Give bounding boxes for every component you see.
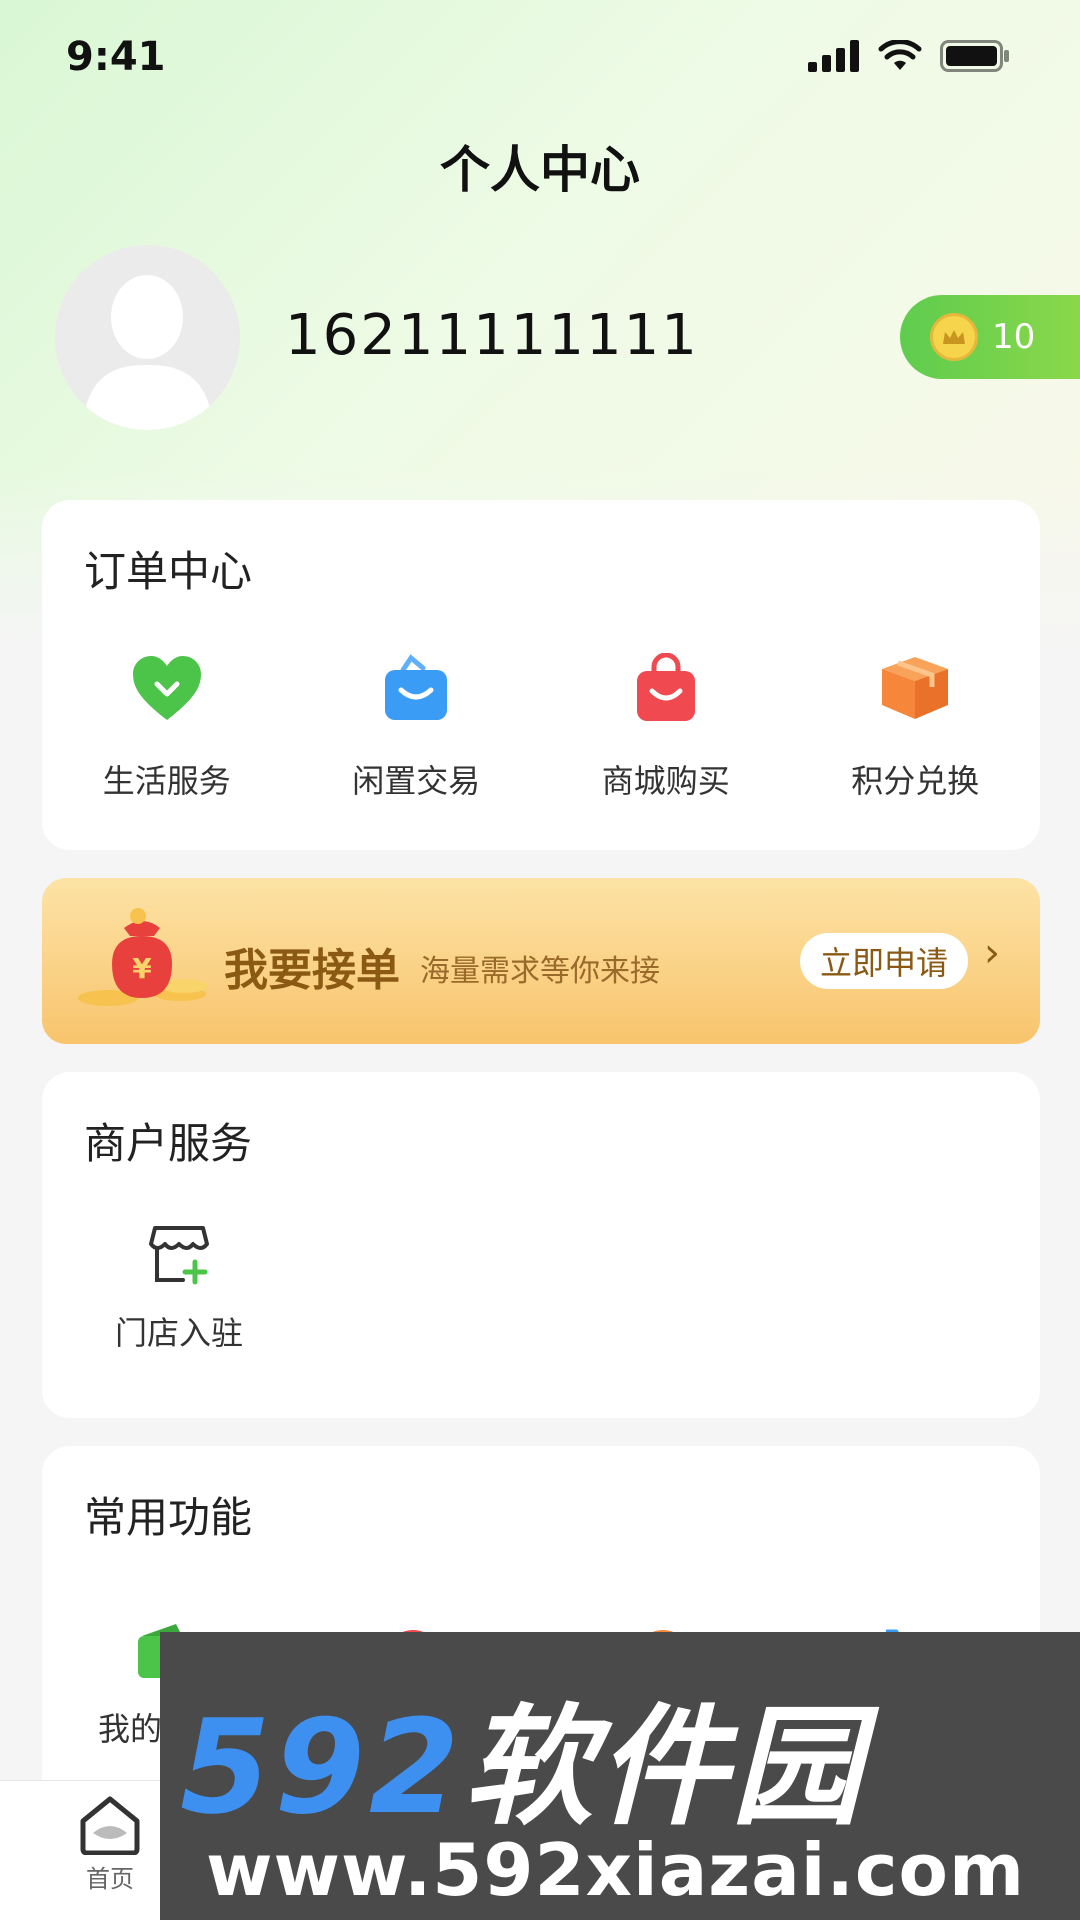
tab-home-label: 首页: [86, 1865, 134, 1893]
battery-icon: [940, 40, 1009, 72]
order-item-label: 闲置交易: [352, 762, 481, 800]
points-value: 10: [992, 317, 1036, 357]
home-icon: [80, 1796, 140, 1855]
shopping-bag-icon: [628, 650, 704, 726]
order-item-label: 生活服务: [102, 762, 231, 800]
watermark-url: www.592xiazai.com: [206, 1828, 1025, 1912]
order-center-card: 订单中心 生活服务 闲置交易 商城购买 积分兑换: [42, 500, 1040, 850]
watermark-logo: 592软件园: [180, 1662, 865, 1850]
money-bag-icon: ¥: [78, 908, 208, 1006]
merchant-services-card: 商户服务 门店入驻: [42, 1072, 1040, 1418]
order-grid: 生活服务 闲置交易 商城购买 积分兑换: [42, 650, 1040, 802]
signal-icon: [808, 40, 859, 72]
order-item-life-service[interactable]: 生活服务: [42, 650, 292, 802]
profile-section: 16211111111 10: [55, 245, 1080, 430]
user-phone: 16211111111: [285, 303, 699, 368]
store-settle-in-label: 门店入驻: [114, 1314, 243, 1352]
order-center-title: 订单中心: [84, 547, 253, 596]
common-functions-title: 常用功能: [84, 1493, 253, 1542]
order-item-idle-trade[interactable]: 闲置交易: [292, 650, 542, 802]
store-add-icon: [149, 1226, 209, 1285]
wifi-icon: [878, 40, 922, 70]
order-item-label: 商城购买: [601, 762, 730, 800]
apply-now-button[interactable]: 立即申请: [800, 933, 968, 989]
status-bar: 9:41: [0, 0, 1080, 120]
chevron-right-icon: ›: [984, 930, 1000, 976]
take-order-banner[interactable]: ¥ 我要接单 海量需求等你来接 立即申请 ›: [42, 878, 1040, 1044]
banner-title: 我要接单: [224, 945, 400, 996]
crown-coin-icon: [930, 313, 978, 361]
status-icons: [808, 40, 1010, 72]
tab-home[interactable]: 首页: [70, 1795, 150, 1894]
banner-subtitle: 海量需求等你来接: [420, 954, 660, 989]
package-box-icon: [877, 650, 953, 726]
store-settle-in-item[interactable]: 门店入驻: [94, 1222, 264, 1354]
order-item-label: 积分兑换: [851, 762, 980, 800]
merchant-services-title: 商户服务: [84, 1119, 253, 1168]
order-item-points-exchange[interactable]: 积分兑换: [791, 650, 1041, 802]
svg-text:¥: ¥: [132, 952, 152, 985]
order-item-mall-purchase[interactable]: 商城购买: [541, 650, 791, 802]
avatar[interactable]: [55, 245, 240, 430]
user-avatar-icon: [55, 245, 240, 430]
watermark-name: 软件园: [463, 1691, 866, 1843]
watermark-overlay: 592软件园 www.592xiazai.com: [160, 1632, 1080, 1920]
points-badge[interactable]: 10: [900, 295, 1080, 379]
page-title: 个人中心: [440, 141, 640, 199]
watermark-digits: 592: [180, 1691, 464, 1843]
function-label-my: 我的: [98, 1710, 163, 1748]
shopping-bag-icon: [378, 650, 454, 726]
heart-icon: [129, 650, 205, 726]
status-time: 9:41: [66, 34, 166, 80]
